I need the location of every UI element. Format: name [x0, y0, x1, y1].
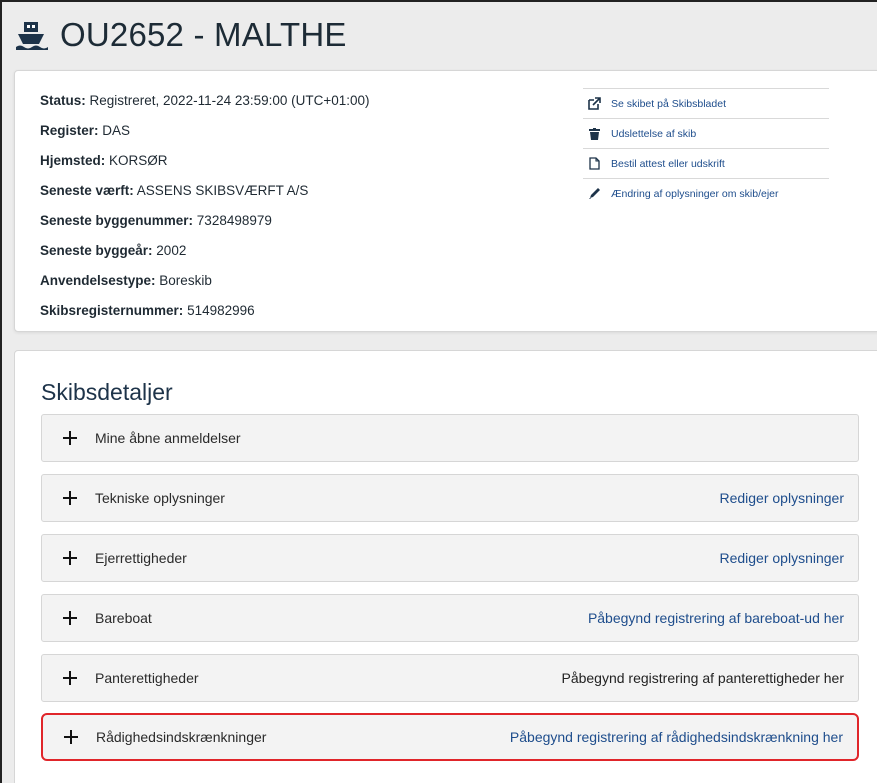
plus-icon: [63, 611, 77, 625]
plus-icon: [63, 551, 77, 565]
action-label: Bestil attest eller udskrift: [611, 157, 725, 170]
info-value: KORSØR: [105, 153, 168, 168]
accordion-tekniske-oplysninger[interactable]: Tekniske oplysninger Rediger oplysninger: [41, 474, 859, 522]
start-restriction-registration-link[interactable]: Påbegynd registrering af rådighedsindskr…: [510, 729, 843, 745]
accordion-label: Ejerrettigheder: [95, 550, 187, 566]
info-row-byggeaar: Seneste byggeår: 2002: [40, 242, 370, 272]
document-icon: [587, 157, 601, 171]
edit-ship-owner-link[interactable]: Ændring af oplysninger om skib/ejer: [583, 178, 829, 208]
delete-ship-link[interactable]: Udslettelse af skib: [583, 118, 829, 148]
accordion-panterettigheder[interactable]: Panterettigheder Påbegynd registrering a…: [41, 654, 859, 702]
info-label: Skibsregisternummer:: [40, 303, 184, 318]
info-row-skibsregisternummer: Skibsregisternummer: 514982996: [40, 302, 370, 332]
info-label: Hjemsted:: [40, 153, 106, 168]
plus-icon: [64, 730, 78, 744]
start-mortgage-registration-link[interactable]: Påbegynd registrering af panterettighede…: [561, 670, 844, 686]
info-label: Seneste værft:: [40, 183, 134, 198]
ship-icon: [14, 18, 48, 52]
plus-icon: [63, 671, 77, 685]
action-label: Se skibet på Skibsbladet: [611, 97, 726, 110]
info-label: Anvendelsestype:: [40, 273, 156, 288]
action-label: Udslettelse af skib: [611, 127, 697, 140]
trash-icon: [587, 127, 601, 141]
order-certificate-link[interactable]: Bestil attest eller udskrift: [583, 148, 829, 178]
ship-info-list: Status: Registreret, 2022-11-24 23:59:00…: [40, 92, 370, 332]
info-value: DAS: [98, 123, 131, 138]
info-value: ASSENS SKIBSVÆRFT A/S: [133, 183, 309, 198]
info-value: 2002: [152, 243, 187, 258]
accordion-label: Rådighedsindskrænkninger: [96, 729, 267, 745]
plus-icon: [63, 491, 77, 505]
frame-border-top: [0, 0, 877, 2]
ship-info-card: Status: Registreret, 2022-11-24 23:59:00…: [14, 70, 877, 332]
edit-technical-info-link[interactable]: Rediger oplysninger: [719, 490, 844, 506]
info-value: 514982996: [183, 303, 255, 318]
page-title: OU2652 - MALTHE: [60, 16, 347, 53]
accordion-label: Tekniske oplysninger: [95, 490, 225, 506]
ship-details-card: Skibsdetaljer Mine åbne anmeldelser Tekn…: [14, 350, 877, 783]
info-label: Status:: [40, 93, 86, 108]
edit-ownership-link[interactable]: Rediger oplysninger: [719, 550, 844, 566]
info-row-byggenummer: Seneste byggenummer: 7328498979: [40, 212, 370, 242]
action-label: Ændring af oplysninger om skib/ejer: [611, 187, 779, 200]
info-row-register: Register: DAS: [40, 122, 370, 152]
plus-icon: [63, 431, 77, 445]
start-bareboat-registration-link[interactable]: Påbegynd registrering af bareboat-ud her: [588, 610, 844, 626]
info-value: 7328498979: [193, 213, 272, 228]
info-label: Register:: [40, 123, 99, 138]
info-value: Boreskib: [155, 273, 212, 288]
info-label: Seneste byggenummer:: [40, 213, 194, 228]
info-label: Seneste byggeår:: [40, 243, 153, 258]
info-value: Registreret, 2022-11-24 23:59:00 (UTC+01…: [85, 93, 370, 108]
page-header: OU2652 - MALTHE: [14, 10, 347, 60]
view-on-skibsbladet-link[interactable]: Se skibet på Skibsbladet: [583, 88, 829, 118]
external-link-icon: [587, 97, 601, 111]
accordion-label: Panterettigheder: [95, 670, 199, 686]
info-row-hjemsted: Hjemsted: KORSØR: [40, 152, 370, 182]
frame-border-left: [0, 0, 2, 783]
accordion-label: Bareboat: [95, 610, 152, 626]
pencil-icon: [587, 187, 601, 201]
accordion-label: Mine åbne anmeldelser: [95, 430, 241, 446]
accordion-ejerrettigheder[interactable]: Ejerrettigheder Rediger oplysninger: [41, 534, 859, 582]
section-title: Skibsdetaljer: [41, 379, 173, 405]
accordion-mine-aabne-anmeldelser[interactable]: Mine åbne anmeldelser: [41, 414, 859, 462]
info-row-anvendelsestype: Anvendelsestype: Boreskib: [40, 272, 370, 302]
info-row-status: Status: Registreret, 2022-11-24 23:59:00…: [40, 92, 370, 122]
ship-actions: Se skibet på Skibsbladet Udslettelse af …: [583, 88, 829, 208]
info-row-vaerft: Seneste værft: ASSENS SKIBSVÆRFT A/S: [40, 182, 370, 212]
accordion-bareboat[interactable]: Bareboat Påbegynd registrering af barebo…: [41, 594, 859, 642]
accordion-raadighedsindskraenkninger[interactable]: Rådighedsindskrænkninger Påbegynd regist…: [41, 713, 859, 761]
